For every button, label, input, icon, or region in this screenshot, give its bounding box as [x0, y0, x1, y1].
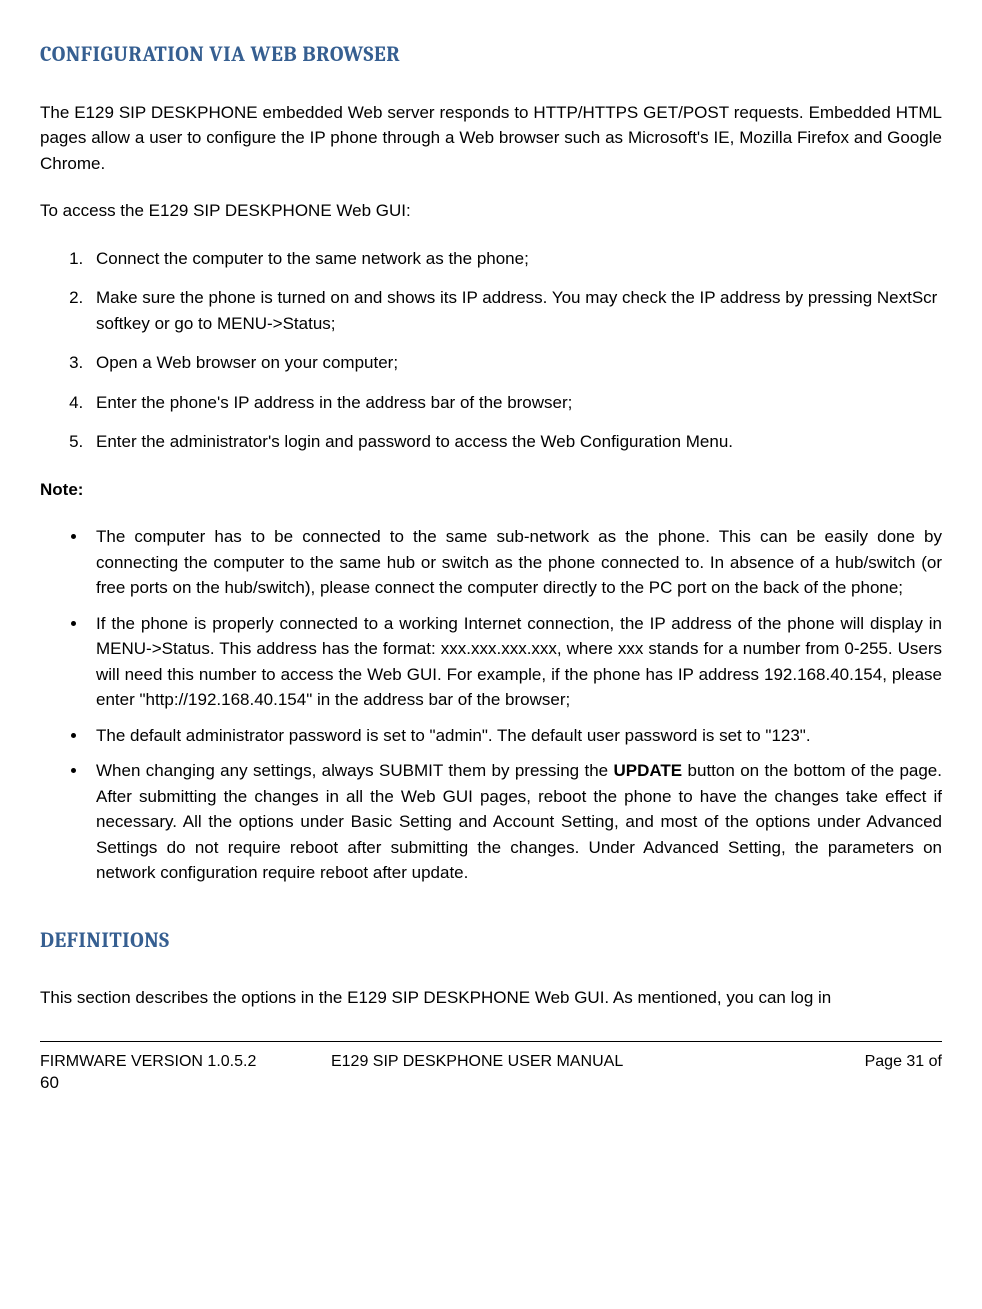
list-item: The computer has to be connected to the …	[88, 524, 942, 601]
notes-list: The computer has to be connected to the …	[40, 524, 942, 886]
footer-firmware-version: FIRMWARE VERSION 1.0.5.2	[40, 1050, 331, 1074]
page-footer: FIRMWARE VERSION 1.0.5.2 E129 SIP DESKPH…	[40, 1041, 942, 1074]
note-label: Note:	[40, 477, 942, 503]
footer-page-number: Page 31 of	[738, 1050, 942, 1074]
list-item: Open a Web browser on your computer;	[88, 350, 942, 376]
section-heading-configuration: CONFIGURATION VIA WEB BROWSER	[40, 40, 942, 72]
steps-list: Connect the computer to the same network…	[40, 246, 942, 455]
list-item: Enter the administrator's login and pass…	[88, 429, 942, 455]
text-span: When changing any settings, always SUBMI…	[96, 761, 614, 780]
footer-document-title: E129 SIP DESKPHONE USER MANUAL	[331, 1050, 738, 1074]
access-intro: To access the E129 SIP DESKPHONE Web GUI…	[40, 198, 942, 224]
list-item: When changing any settings, always SUBMI…	[88, 758, 942, 886]
update-bold: UPDATE	[614, 761, 683, 780]
list-item: If the phone is properly connected to a …	[88, 611, 942, 713]
list-item: The default administrator password is se…	[88, 723, 942, 749]
list-item: Make sure the phone is turned on and sho…	[88, 285, 942, 336]
definitions-paragraph: This section describes the options in th…	[40, 985, 942, 1011]
list-item: Enter the phone's IP address in the addr…	[88, 390, 942, 416]
intro-paragraph: The E129 SIP DESKPHONE embedded Web serv…	[40, 100, 942, 177]
section-heading-definitions: DEFINITIONS	[40, 926, 942, 958]
list-item: Connect the computer to the same network…	[88, 246, 942, 272]
